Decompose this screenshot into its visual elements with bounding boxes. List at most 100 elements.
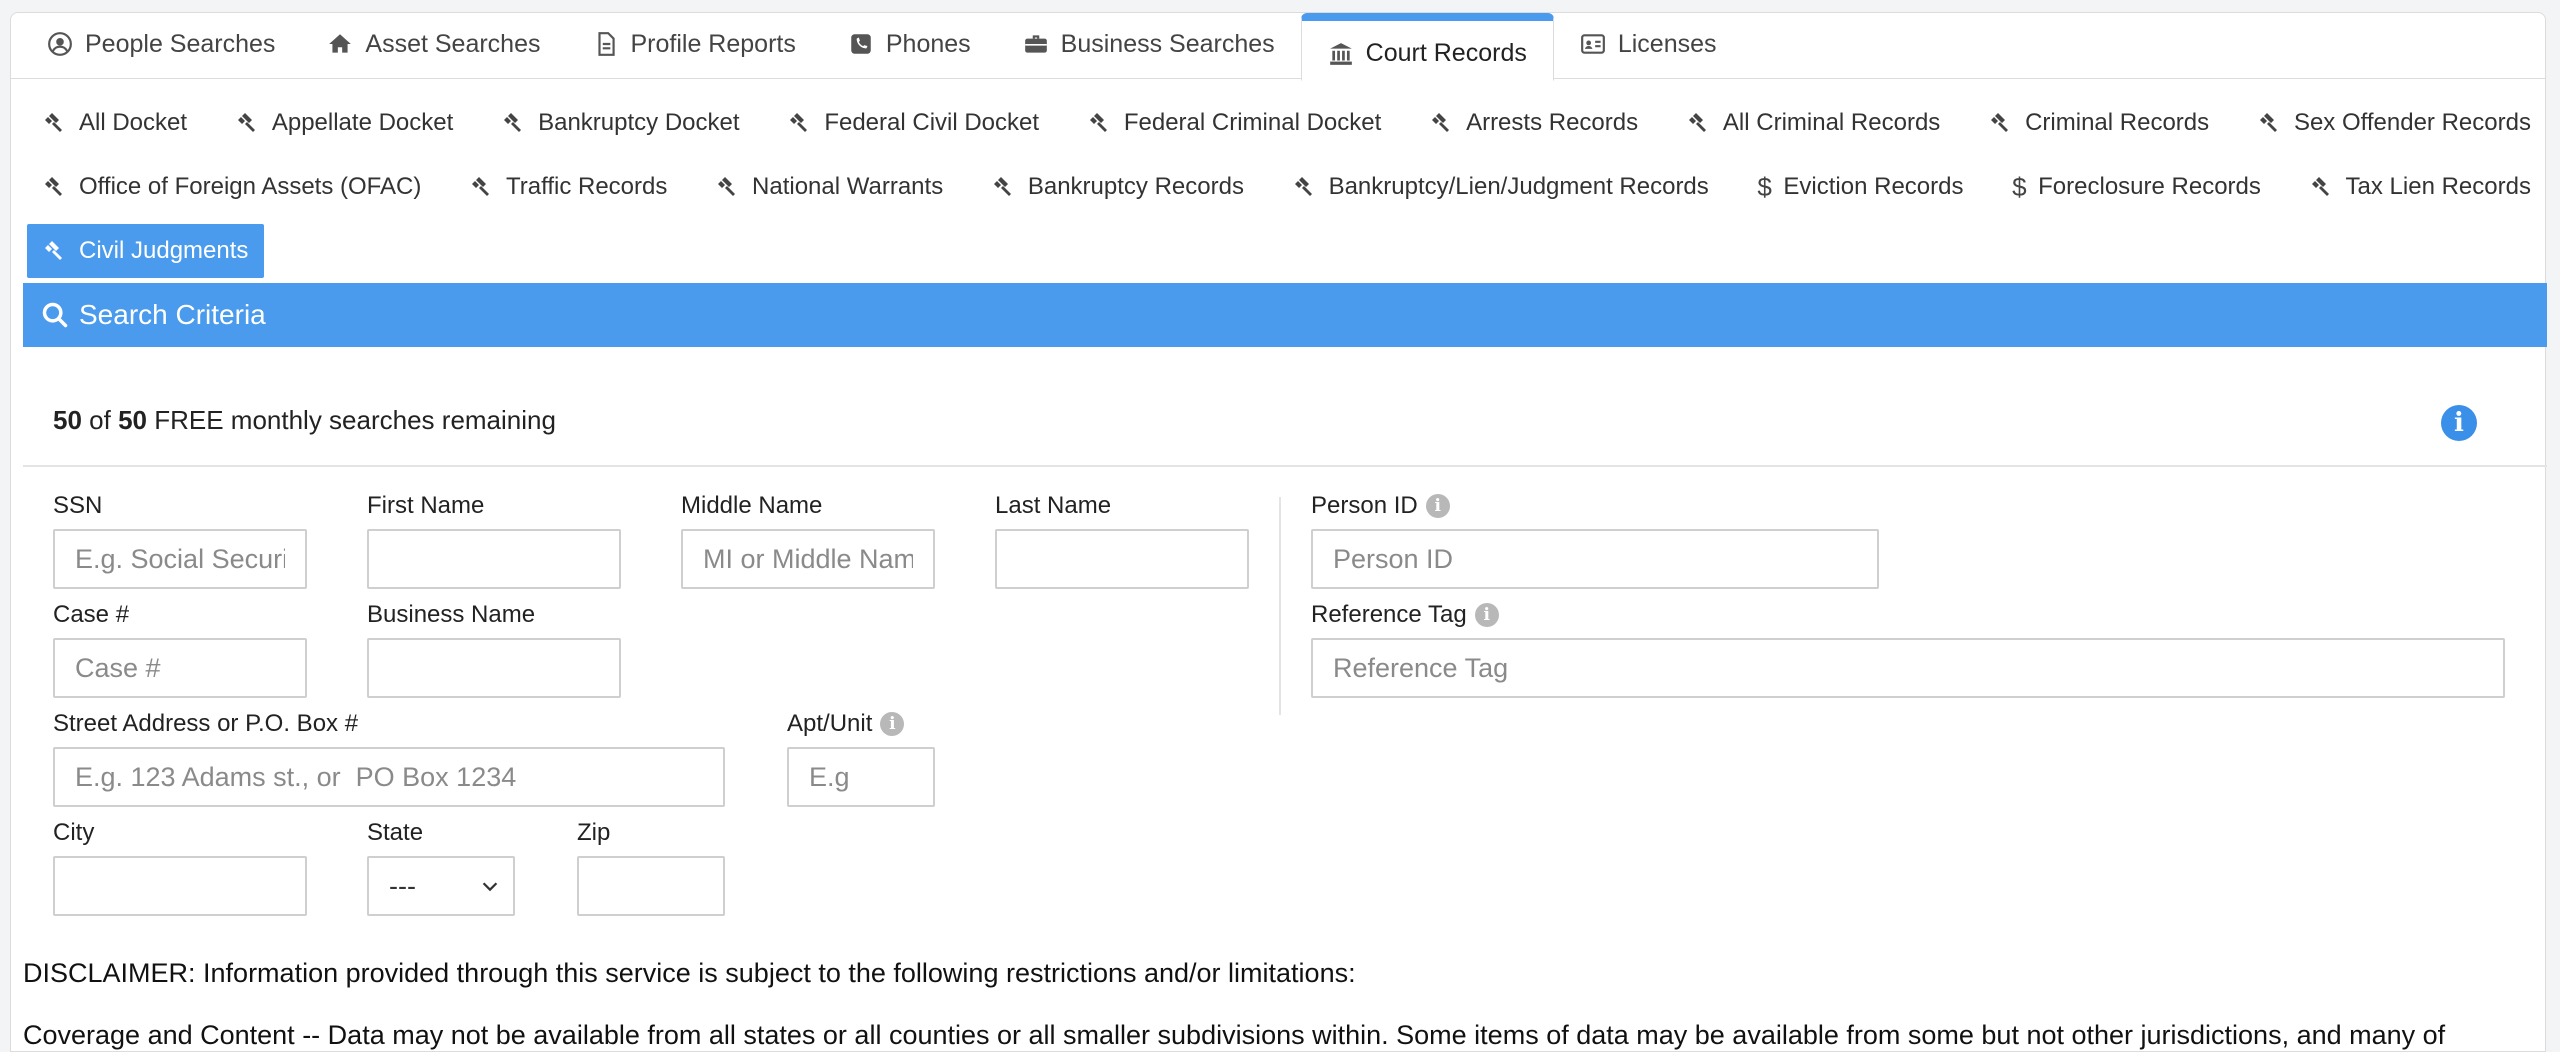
subtab-civil-judgments[interactable]: Civil Judgments: [27, 224, 265, 278]
search-quota: 50 of 50 FREE monthly searches remaining: [53, 405, 556, 436]
info-icon[interactable]: i: [880, 712, 905, 736]
ssn-input[interactable]: [53, 529, 307, 589]
subtab-foreclosure-records[interactable]: $ Foreclosure Records: [1996, 160, 2277, 214]
subtab-criminal-records[interactable]: Criminal Records: [1973, 96, 2225, 150]
document-icon: [597, 32, 615, 56]
subtab-bankruptcy-records[interactable]: Bankruptcy Records: [976, 160, 1260, 214]
subtab-label: Foreclosure Records: [2038, 173, 2261, 200]
tab-asset-searches[interactable]: Asset Searches: [301, 11, 566, 77]
subtab-label: Appellate Docket: [271, 109, 454, 136]
info-icon[interactable]: i: [2441, 405, 2477, 441]
street-input[interactable]: [53, 747, 725, 807]
apt-input[interactable]: [787, 747, 935, 807]
subtab-sex-offender-records[interactable]: Sex Offender Records: [2242, 96, 2547, 150]
state-label: State: [367, 819, 424, 846]
first-name-input[interactable]: [367, 529, 621, 589]
main-tabs: People Searches Asset Searches Profile R…: [11, 11, 2545, 81]
subtab-eviction-records[interactable]: $ Eviction Records: [1741, 160, 1979, 214]
subtab-label: Civil Judgments: [79, 237, 249, 264]
subtab-label: Office of Foreign Assets (OFAC): [79, 173, 422, 200]
subtab-bankruptcy-lien-judgment-records[interactable]: Bankruptcy/Lien/Judgment Records: [1277, 160, 1725, 214]
tab-licenses[interactable]: Licenses: [1554, 11, 1743, 77]
tab-label: Phones: [885, 29, 971, 58]
subtab-ofac[interactable]: Office of Foreign Assets (OFAC): [27, 160, 437, 214]
search-icon: [42, 302, 68, 328]
ssn-label: SSN: [53, 492, 103, 519]
form-divider: [1279, 497, 1281, 715]
last-name-input[interactable]: [995, 529, 1249, 589]
subtab-arrests-records[interactable]: Arrests Records: [1414, 96, 1654, 150]
court-record-subtabs: All Docket Appellate Docket Bankruptcy D…: [27, 91, 2547, 283]
tab-people-searches[interactable]: People Searches: [21, 11, 301, 77]
reference-tag-field-group: Reference Tag i: [1311, 600, 2505, 698]
dollar-icon: $: [2012, 171, 2027, 202]
disclaimer-text: DISCLAIMER: Information provided through…: [23, 958, 1356, 988]
gavel-icon: [718, 177, 736, 196]
apt-label: Apt/Unit: [787, 710, 873, 737]
middle-name-input[interactable]: [681, 529, 935, 589]
gavel-icon: [45, 177, 62, 196]
apt-label-row: Apt/Unit i: [787, 709, 935, 739]
state-select[interactable]: ---: [367, 856, 515, 916]
subtab-bankruptcy-docket[interactable]: Bankruptcy Docket: [486, 96, 755, 150]
gavel-icon: [1089, 113, 1107, 132]
case-number-input[interactable]: [53, 638, 307, 698]
subtab-federal-criminal-docket[interactable]: Federal Criminal Docket: [1072, 96, 1397, 150]
subtab-federal-civil-docket[interactable]: Federal Civil Docket: [772, 96, 1055, 150]
subtab-label: Tax Lien Records: [2345, 173, 2531, 200]
subtab-traffic-records[interactable]: Traffic Records: [454, 160, 683, 214]
tab-profile-reports[interactable]: Profile Reports: [567, 11, 822, 77]
first-name-field-group: First Name: [367, 491, 621, 589]
subtab-label: Federal Criminal Docket: [1123, 109, 1382, 136]
person-id-input[interactable]: [1311, 529, 1879, 589]
coverage-text: Coverage and Content -- Data may not be …: [23, 1020, 2446, 1050]
reference-tag-input[interactable]: [1311, 638, 2505, 698]
state-selected-value: ---: [389, 870, 416, 901]
gavel-icon: [45, 241, 62, 260]
gavel-icon: [471, 177, 489, 196]
business-name-input[interactable]: [367, 638, 621, 698]
business-name-field-group: Business Name: [367, 600, 621, 698]
zip-input[interactable]: [577, 856, 725, 916]
tab-phones[interactable]: Phones: [822, 11, 997, 77]
divider: [23, 465, 2547, 467]
gavel-icon: [1432, 113, 1450, 132]
subtab-label: National Warrants: [752, 173, 944, 200]
city-input[interactable]: [53, 856, 307, 916]
subtab-label: All Docket: [79, 109, 188, 136]
subtab-row: Office of Foreign Assets (OFAC) Traffic …: [27, 155, 2547, 219]
subtab-national-warrants[interactable]: National Warrants: [700, 160, 959, 214]
chevron-down-icon: [482, 882, 498, 892]
home-icon: [329, 34, 352, 53]
search-criteria-title: Search Criteria: [79, 299, 266, 330]
subtab-row: Civil Judgments: [27, 219, 2547, 283]
subtab-all-docket[interactable]: All Docket: [27, 96, 203, 150]
gavel-icon: [1294, 177, 1312, 196]
case-number-label: Case #: [53, 601, 130, 628]
tab-business-searches[interactable]: Business Searches: [997, 11, 1301, 77]
gavel-icon: [1688, 113, 1706, 132]
case-number-field-group: Case #: [53, 600, 307, 698]
tab-label: Court Records: [1365, 39, 1527, 67]
dollar-icon: $: [1757, 171, 1772, 202]
subtab-tax-lien-records[interactable]: Tax Lien Records: [2294, 160, 2547, 214]
gavel-icon: [237, 113, 255, 132]
app-frame: People Searches Asset Searches Profile R…: [10, 11, 2547, 1052]
courthouse-icon: [1329, 42, 1352, 65]
info-icon[interactable]: i: [1425, 494, 1450, 518]
phone-icon: [851, 34, 871, 54]
subtab-appellate-docket[interactable]: Appellate Docket: [220, 96, 469, 150]
ssn-field-group: SSN: [53, 491, 307, 589]
subtab-label: Federal Civil Docket: [824, 109, 1040, 136]
info-icon[interactable]: i: [1474, 603, 1499, 627]
gavel-icon: [790, 113, 808, 132]
gavel-icon: [45, 113, 62, 132]
quota-suffix: FREE monthly searches remaining: [154, 405, 556, 435]
subtab-all-criminal-records[interactable]: All Criminal Records: [1671, 96, 1956, 150]
subtab-label: Sex Offender Records: [2293, 109, 2531, 136]
tab-label: Business Searches: [1060, 29, 1275, 58]
tab-label: Licenses: [1617, 29, 1717, 58]
tab-court-records[interactable]: Court Records: [1300, 13, 1554, 81]
quota-total: 50: [118, 405, 147, 435]
first-name-label: First Name: [367, 492, 485, 519]
